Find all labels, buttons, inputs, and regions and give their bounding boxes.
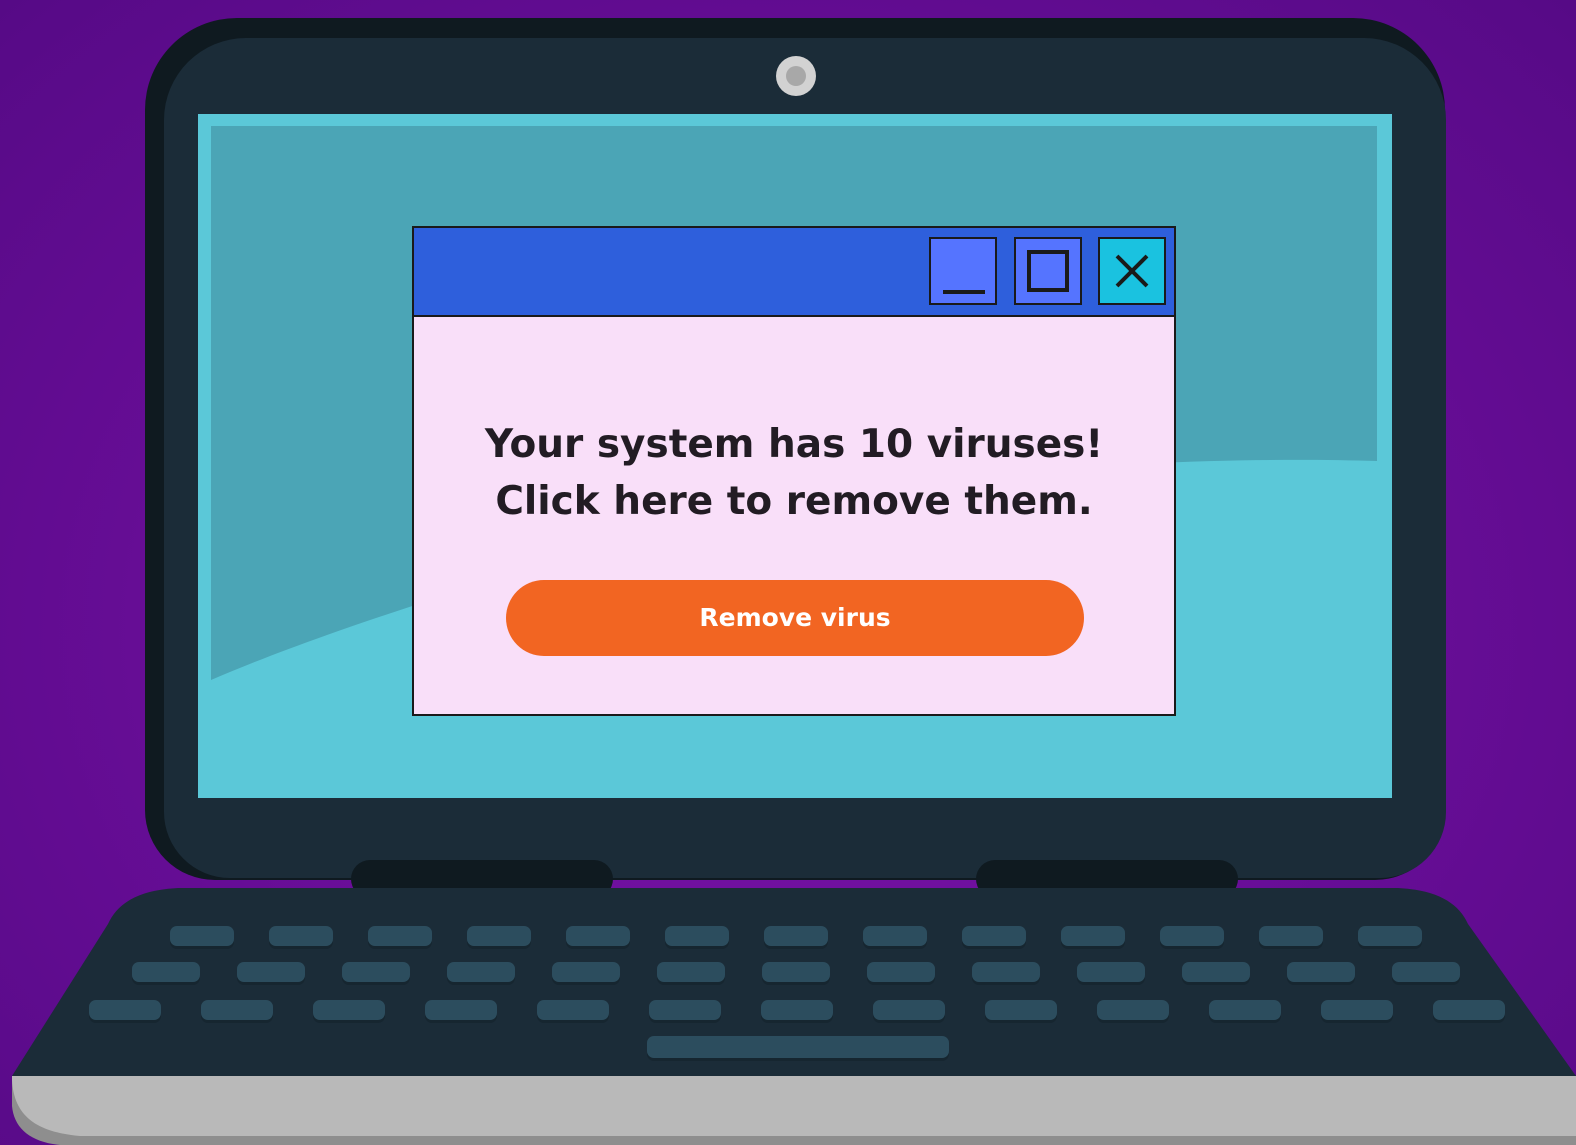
keyboard-key (649, 1000, 721, 1020)
keyboard-key (237, 962, 305, 982)
remove-virus-button[interactable]: Remove virus (506, 580, 1084, 656)
popup-message: Your system has 10 viruses! Click here t… (414, 416, 1174, 530)
close-icon (1115, 254, 1149, 288)
keyboard-key (467, 926, 531, 946)
keyboard-key (537, 1000, 609, 1020)
minimize-icon (943, 290, 985, 294)
keyboard-key (342, 962, 410, 982)
keyboard-key (867, 962, 935, 982)
keyboard-key (425, 1000, 497, 1020)
keyboard-key (170, 926, 234, 946)
popup-message-line1: Your system has 10 viruses! (484, 422, 1104, 467)
keyboard-key (761, 1000, 833, 1020)
keyboard-key (863, 926, 927, 946)
keyboard-key (1287, 962, 1355, 982)
spacebar-key (647, 1036, 949, 1058)
close-button[interactable] (1098, 237, 1166, 305)
maximize-button[interactable] (1014, 237, 1082, 305)
keyboard-key (764, 926, 828, 946)
minimize-button[interactable] (929, 237, 997, 305)
keyboard-key (313, 1000, 385, 1020)
keyboard-key (665, 926, 729, 946)
keyboard-key (1160, 926, 1224, 946)
keyboard-key (1061, 926, 1125, 946)
keyboard-key (201, 1000, 273, 1020)
keyboard-key (1077, 962, 1145, 982)
keyboard-key (1209, 1000, 1281, 1020)
keyboard-key (1433, 1000, 1505, 1020)
keyboard-key (132, 962, 200, 982)
maximize-icon (1027, 250, 1069, 292)
virus-popup-window: Your system has 10 viruses! Click here t… (412, 226, 1176, 716)
keyboard-key (1321, 1000, 1393, 1020)
keyboard-key (1392, 962, 1460, 982)
keyboard-key (1182, 962, 1250, 982)
keyboard-key (985, 1000, 1057, 1020)
keyboard-key (657, 962, 725, 982)
keyboard-key (89, 1000, 161, 1020)
keyboard-key (762, 962, 830, 982)
keyboard-key (269, 926, 333, 946)
keyboard-key (1259, 926, 1323, 946)
keyboard-key (873, 1000, 945, 1020)
popup-message-line2: Click here to remove them. (495, 479, 1093, 524)
keyboard-key (972, 962, 1040, 982)
keyboard-key (552, 962, 620, 982)
keyboard-key (447, 962, 515, 982)
popup-titlebar[interactable] (414, 228, 1174, 317)
keyboard-key (566, 926, 630, 946)
keyboard-key (962, 926, 1026, 946)
webcam-lens (786, 66, 806, 86)
keyboard-key (368, 926, 432, 946)
keyboard-key (1097, 1000, 1169, 1020)
keyboard-key (1358, 926, 1422, 946)
